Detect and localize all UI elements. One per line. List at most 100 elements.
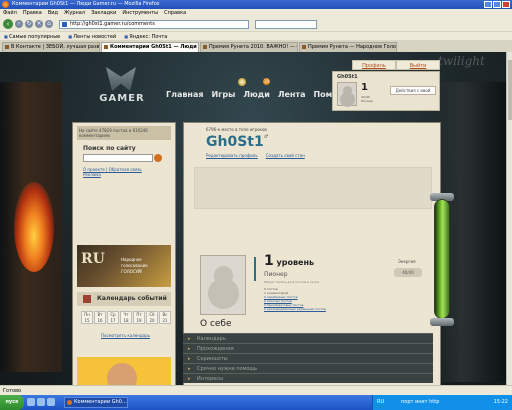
status-bar: Готово	[0, 385, 512, 395]
main-nav: Главная Игры Люди Лента Помощь	[166, 90, 352, 99]
forward-button[interactable]: ›	[15, 20, 23, 28]
menu-file[interactable]: Файл	[3, 9, 17, 17]
window-controls	[484, 1, 510, 8]
language-indicator[interactable]: RU	[377, 395, 384, 410]
profile-banner-area	[194, 167, 432, 209]
user-avatar[interactable]	[337, 82, 357, 106]
scrollbar-thumb[interactable]	[508, 60, 512, 120]
left-sidebar: На сайте 47829 постов и 610246 комментар…	[72, 122, 176, 385]
bookmark-popular[interactable]: Самые популярные	[4, 32, 60, 40]
male-icon: ♂	[264, 134, 269, 140]
section-interests[interactable]: Интересы	[183, 373, 433, 384]
profile-links: Редактировать профиль Создать свой стан	[206, 153, 305, 158]
page-scrollbar[interactable]	[506, 52, 512, 385]
stop-button[interactable]: ×	[35, 20, 43, 28]
reload-button[interactable]: ↻	[25, 20, 33, 28]
about-title: О себе	[200, 319, 232, 329]
calendar-day[interactable]: Ср 17	[107, 311, 119, 324]
home-button[interactable]: ⌂	[45, 20, 53, 28]
calendar-day[interactable]: Вс 21	[159, 311, 171, 324]
quicklaunch-desktop-icon[interactable]	[27, 398, 35, 406]
flame-decoration	[14, 182, 54, 272]
posting-limit: Может писать до 8 постов в сутки	[264, 280, 319, 284]
calendar-link[interactable]: Посмотреть календарь	[101, 333, 150, 338]
quicklaunch-media-icon[interactable]	[47, 398, 55, 406]
start-button[interactable]: пуск	[0, 395, 24, 410]
menu-edit[interactable]: Правка	[23, 9, 42, 17]
section-calendar[interactable]: Календарь	[183, 333, 433, 344]
banner-ru-text: RU	[81, 251, 105, 267]
section-screenshots[interactable]: Скриншоты	[183, 353, 433, 364]
tab-runet-vote[interactable]: Премия Рунета — Народное Голосова...	[299, 42, 397, 52]
taskbar: пуск Комментарии Gh0... RU порт инет htt…	[0, 395, 512, 410]
menu-bar: Файл Правка Вид Журнал Закладки Инструме…	[0, 9, 512, 17]
site-logo[interactable]: GAMER	[92, 67, 152, 109]
tab-strip: В Контакте | ЗЕБОЙ, лучшая развле... Ком…	[0, 40, 512, 52]
window-titlebar: Комментарии Gh0St1 — Люди Gamer.ru — Moz…	[0, 0, 512, 9]
vote-banner[interactable]: RU Народное голосование ГОЛОСУЙ!	[77, 245, 171, 287]
logo-emblem-icon	[106, 67, 136, 91]
ads-link[interactable]: Реклама	[83, 172, 101, 177]
search-input[interactable]	[255, 19, 317, 29]
search-button[interactable]	[154, 154, 162, 162]
tab-runet-award[interactable]: Премия Рунета 2010. ВАЖНО! — Обс...	[200, 42, 298, 52]
nav-home[interactable]: Главная	[166, 90, 203, 99]
create-stan-link[interactable]: Создать свой стан	[266, 153, 305, 158]
profile-link[interactable]: Профиль	[352, 60, 396, 70]
user-widget: Gh0St1 1 40/40 Пионер Действия с ивой	[332, 71, 440, 111]
calendar-day[interactable]: Пн 15	[81, 311, 93, 324]
user-actions-dropdown[interactable]: Действия с ивой	[390, 86, 436, 95]
feedback-link[interactable]: Обратная связь	[109, 167, 142, 172]
nav-people[interactable]: Люди	[243, 90, 270, 99]
nav-feed[interactable]: Лента	[278, 90, 306, 99]
profile-rank: Пионер	[264, 271, 288, 278]
tab-comments[interactable]: Комментарии Gh0St1 — Люди Ga...	[101, 42, 199, 52]
level-number: 1	[264, 253, 274, 269]
bookmark-news-feeds[interactable]: Ленты новостей	[68, 32, 116, 40]
profile-level: 1 уровень	[264, 253, 314, 269]
menu-view[interactable]: Вид	[48, 9, 58, 17]
menu-history[interactable]: Журнал	[64, 9, 85, 17]
user-points: 40/40 Пионер	[361, 95, 373, 103]
section-walkthroughs[interactable]: Прохождения	[183, 343, 433, 354]
profile-sections: Календарь Прохождения Скриншоты Срочно н…	[183, 333, 433, 384]
quick-launch	[27, 398, 55, 406]
bookmarks-toolbar: Самые популярные Ленты новостей Яндекс: …	[0, 31, 512, 40]
logo-text: GAMER	[99, 93, 145, 104]
close-button[interactable]	[502, 1, 510, 8]
maximize-button[interactable]	[493, 1, 501, 8]
taskbar-firefox-window[interactable]: Комментарии Gh0...	[64, 397, 128, 408]
nav-games[interactable]: Игры	[211, 90, 235, 99]
edit-profile-link[interactable]: Редактировать профиль	[206, 153, 258, 158]
user-name[interactable]: Gh0St1	[337, 74, 358, 80]
user-rank: Пионер	[361, 99, 373, 103]
calendar-day[interactable]: Чт 18	[120, 311, 132, 324]
section-help-needed[interactable]: Срочно нужна помощь	[183, 363, 433, 374]
menu-bookmarks[interactable]: Закладки	[91, 9, 116, 17]
profile-avatar	[200, 255, 246, 315]
calendar-day[interactable]: Сб 20	[146, 311, 158, 324]
calendar-day[interactable]: Пт 19	[133, 311, 145, 324]
level-word: уровень	[276, 258, 315, 267]
energy-label: Энергия	[398, 259, 416, 264]
navigation-toolbar: ‹ › ↻ × ⌂ http://gh0st1.gamer.ru/comment…	[0, 17, 512, 31]
userbox-tabs: Профиль Выйти	[352, 60, 440, 70]
menu-help[interactable]: Справка	[164, 9, 186, 17]
menu-tools[interactable]: Инструменты	[122, 9, 158, 17]
energy-tube	[434, 199, 450, 319]
stat-recommended-posts[interactable]: 0 рекомендованных редакцией постов	[264, 307, 326, 311]
energy-tube-bottom	[430, 318, 454, 326]
back-button[interactable]: ‹	[3, 19, 13, 29]
logout-link[interactable]: Выйти	[396, 60, 440, 70]
tab-vkontakte[interactable]: В Контакте | ЗЕБОЙ, лучшая развле...	[2, 42, 100, 52]
level-divider	[254, 257, 256, 281]
url-bar[interactable]: http://gh0st1.gamer.ru/comments	[59, 19, 249, 29]
lenta-badge: 19	[263, 78, 270, 85]
monk-ad-image[interactable]	[77, 357, 171, 385]
minimize-button[interactable]	[484, 1, 492, 8]
window-title: Комментарии Gh0St1 — Люди Gamer.ru — Moz…	[12, 1, 160, 7]
site-search-input[interactable]	[83, 154, 153, 162]
quicklaunch-ie-icon[interactable]	[37, 398, 45, 406]
calendar-day[interactable]: Вт 16	[94, 311, 106, 324]
bookmark-yandex-mail[interactable]: Яндекс: Почта	[124, 32, 167, 40]
